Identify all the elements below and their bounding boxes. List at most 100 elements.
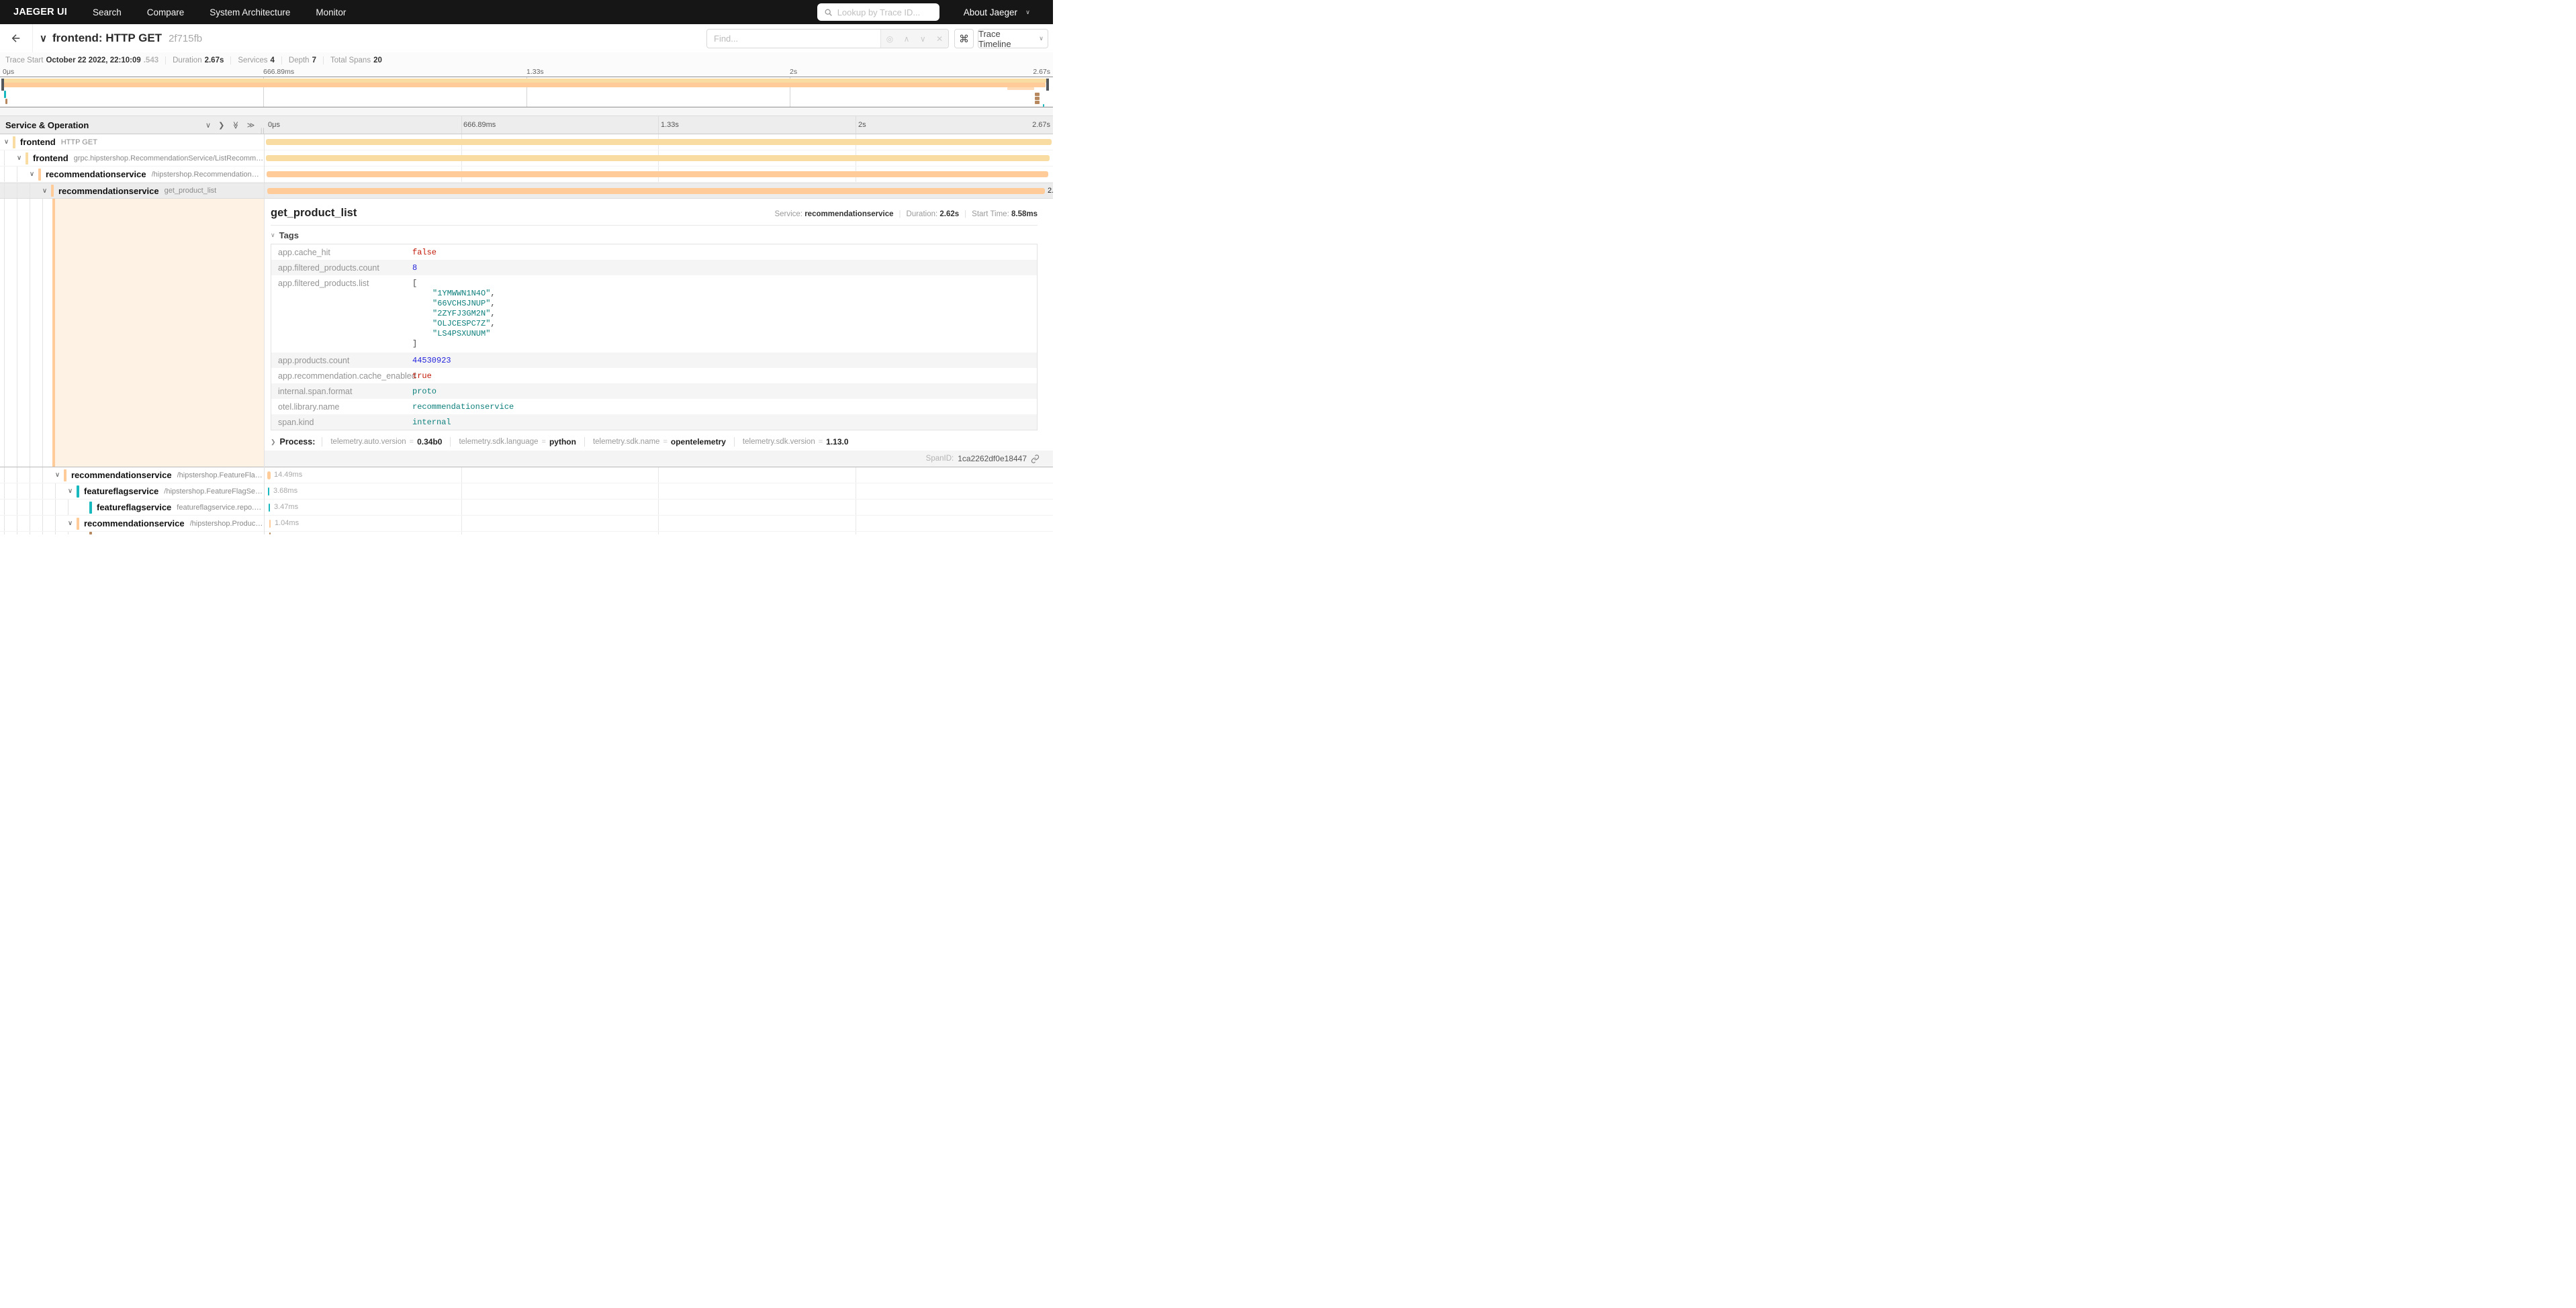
indent-guide <box>26 483 38 499</box>
span-tree-cell[interactable]: ∨ frontend HTTP GET <box>0 134 264 150</box>
indent-guide <box>13 167 26 182</box>
nav-item-monitor[interactable]: Monitor <box>316 7 346 17</box>
span-bar[interactable] <box>269 504 270 512</box>
indent-guide <box>26 500 38 515</box>
span-color-bar <box>77 485 79 498</box>
indent-guide <box>13 199 26 467</box>
span-id-strip: SpanID: 1ca2262df0e18447 <box>264 451 1053 467</box>
span-detail-tint <box>55 199 264 467</box>
indent-guide <box>0 483 13 499</box>
keyboard-shortcuts-button[interactable]: ⌘ <box>954 29 974 48</box>
expand-one-icon[interactable]: ❯ <box>218 121 224 130</box>
span-tree-cell[interactable]: ∨ recommendationservice /hipstershop.Pro… <box>0 516 264 531</box>
chevron-down-icon[interactable]: ∨ <box>0 138 13 146</box>
chevron-down-icon[interactable]: ∨ <box>64 487 77 495</box>
indent-guide <box>13 483 26 499</box>
span-timeline-cell[interactable]: 14.49ms <box>264 467 1053 483</box>
tree-timeline-divider[interactable] <box>264 134 265 534</box>
span-timeline-cell[interactable]: 2.62s <box>264 183 1053 198</box>
process-section-toggle[interactable]: ❯ Process: telemetry.auto.version=0.34b0… <box>271 437 1038 447</box>
span-tree-cell[interactable]: ∨ recommendationservice /hipstershop.Fea… <box>0 467 264 483</box>
top-nav: JAEGER UI Search Compare System Architec… <box>0 0 1053 24</box>
chevron-down-icon[interactable]: ∨ <box>64 520 77 527</box>
span-row[interactable]: featureflagservice featureflagservice.re… <box>0 500 1053 516</box>
span-color-bar <box>51 185 54 197</box>
chevron-down-icon[interactable]: ∨ <box>51 471 64 479</box>
span-row[interactable]: ∨ recommendationservice /hipstershop.Fea… <box>0 467 1053 483</box>
indent-guide <box>38 199 51 467</box>
trace-id-lookup-input[interactable]: Lookup by Trace ID... <box>817 3 939 21</box>
trace-id-short: 2f715fb <box>169 33 202 44</box>
span-row[interactable]: ∨ recommendationservice /hipstershop.Pro… <box>0 516 1053 532</box>
span-timeline-cell[interactable]: 1.04ms <box>264 516 1053 531</box>
trace-minimap[interactable] <box>0 77 1053 107</box>
nav-item-compare[interactable]: Compare <box>147 7 185 17</box>
span-timeline-cell[interactable] <box>264 167 1053 182</box>
span-row[interactable]: ∨ recommendationservice /hipstershop.Rec… <box>0 167 1053 183</box>
span-tree-cell[interactable]: ∨ recommendationservice /hipstershop.Rec… <box>0 167 264 182</box>
clear-find-icon[interactable]: ✕ <box>936 34 943 44</box>
tag-row: otel.library.name recommendationservice <box>271 399 1037 414</box>
expand-all-icon[interactable]: ≫ <box>247 121 255 130</box>
summary-total-spans: Total Spans20 <box>323 56 389 64</box>
minimap-left-drag-handle[interactable] <box>1 79 4 91</box>
collapse-one-icon[interactable]: ∨ <box>205 121 211 130</box>
minimap-span-productcatalog <box>1035 101 1040 104</box>
indent-guide <box>13 516 26 531</box>
span-bar[interactable] <box>267 171 1048 177</box>
minimap-right-drag-handle[interactable] <box>1046 79 1049 91</box>
next-result-icon[interactable]: ∨ <box>920 34 926 44</box>
nav-item-search[interactable]: Search <box>93 7 122 17</box>
trace-title: ∨ frontend: HTTP GET 2f715fb <box>40 32 202 45</box>
span-tree-cell[interactable]: ∨ recommendationservice get_product_list <box>0 183 264 198</box>
span-timeline-cell[interactable] <box>264 150 1053 166</box>
span-row[interactable]: ∨ frontend grpc.hipstershop.Recommendati… <box>0 150 1053 167</box>
span-row[interactable]: ∨ featureflagservice /hipstershop.Featur… <box>0 483 1053 500</box>
span-detail-indent <box>0 199 264 467</box>
span-row[interactable]: ∨ frontend HTTP GET <box>0 134 1053 150</box>
collapse-trace-chevron-icon[interactable]: ∨ <box>40 32 47 44</box>
indent-guide <box>26 183 38 198</box>
span-bar[interactable] <box>266 155 1050 161</box>
about-jaeger-menu[interactable]: About Jaeger ∨ <box>964 7 1034 17</box>
span-timeline-cell[interactable]: 3.47ms <box>264 500 1053 515</box>
locate-icon[interactable]: ◎ <box>886 34 893 44</box>
tag-row: app.filtered_products.count 8 <box>271 260 1037 275</box>
indent-guide <box>51 532 64 534</box>
span-detail-row: get_product_list Service: recommendation… <box>0 199 1053 467</box>
back-button[interactable] <box>0 24 33 52</box>
prev-result-icon[interactable]: ∧ <box>904 34 910 44</box>
collapse-all-icon[interactable]: ≫ <box>232 122 240 130</box>
span-tree-cell[interactable]: ∨ frontend grpc.hipstershop.Recommendati… <box>0 150 264 166</box>
timeline-header: Service & Operation ∨ ❯ ≫ ≫ || 0μs 666.8… <box>0 115 1053 134</box>
link-icon[interactable] <box>1031 455 1040 463</box>
span-bar[interactable] <box>268 487 269 496</box>
indent-guide <box>26 199 38 467</box>
find-controls: ◎ ∧ ∨ ✕ <box>880 30 948 48</box>
span-tree-cell[interactable]: ∨ featureflagservice /hipstershop.Featur… <box>0 483 264 499</box>
brand-logo[interactable]: JAEGER UI <box>13 7 67 17</box>
header-gridline <box>461 116 462 134</box>
span-timeline-cell[interactable] <box>264 134 1053 150</box>
chevron-right-icon: ❯ <box>271 438 276 446</box>
chevron-down-icon[interactable]: ∨ <box>38 187 51 195</box>
span-bar[interactable] <box>266 139 1052 145</box>
chevron-down-icon[interactable]: ∨ <box>26 171 38 178</box>
span-bar[interactable] <box>267 188 1045 194</box>
span-bar[interactable] <box>269 520 271 528</box>
indent-guide <box>26 467 38 483</box>
trace-view-selector[interactable]: Trace Timeline ∨ <box>978 29 1048 48</box>
summary-depth: Depth7 <box>281 56 323 64</box>
span-color-bar <box>64 469 66 481</box>
chevron-down-icon[interactable]: ∨ <box>13 154 26 162</box>
span-tree-cell[interactable]: featureflagservice featureflagservice.re… <box>0 500 264 515</box>
column-resize-handle[interactable]: || <box>261 127 265 134</box>
span-timeline-cell[interactable]: 3.68ms <box>264 483 1053 499</box>
indent-guide <box>13 532 26 534</box>
span-bar[interactable] <box>267 471 271 479</box>
find-input[interactable]: Find... <box>707 30 880 48</box>
find-placeholder: Find... <box>714 34 738 44</box>
nav-item-system-architecture[interactable]: System Architecture <box>210 7 290 17</box>
tags-section-toggle[interactable]: ∨ Tags <box>271 230 1038 240</box>
span-row-selected[interactable]: ∨ recommendationservice get_product_list… <box>0 183 1053 199</box>
